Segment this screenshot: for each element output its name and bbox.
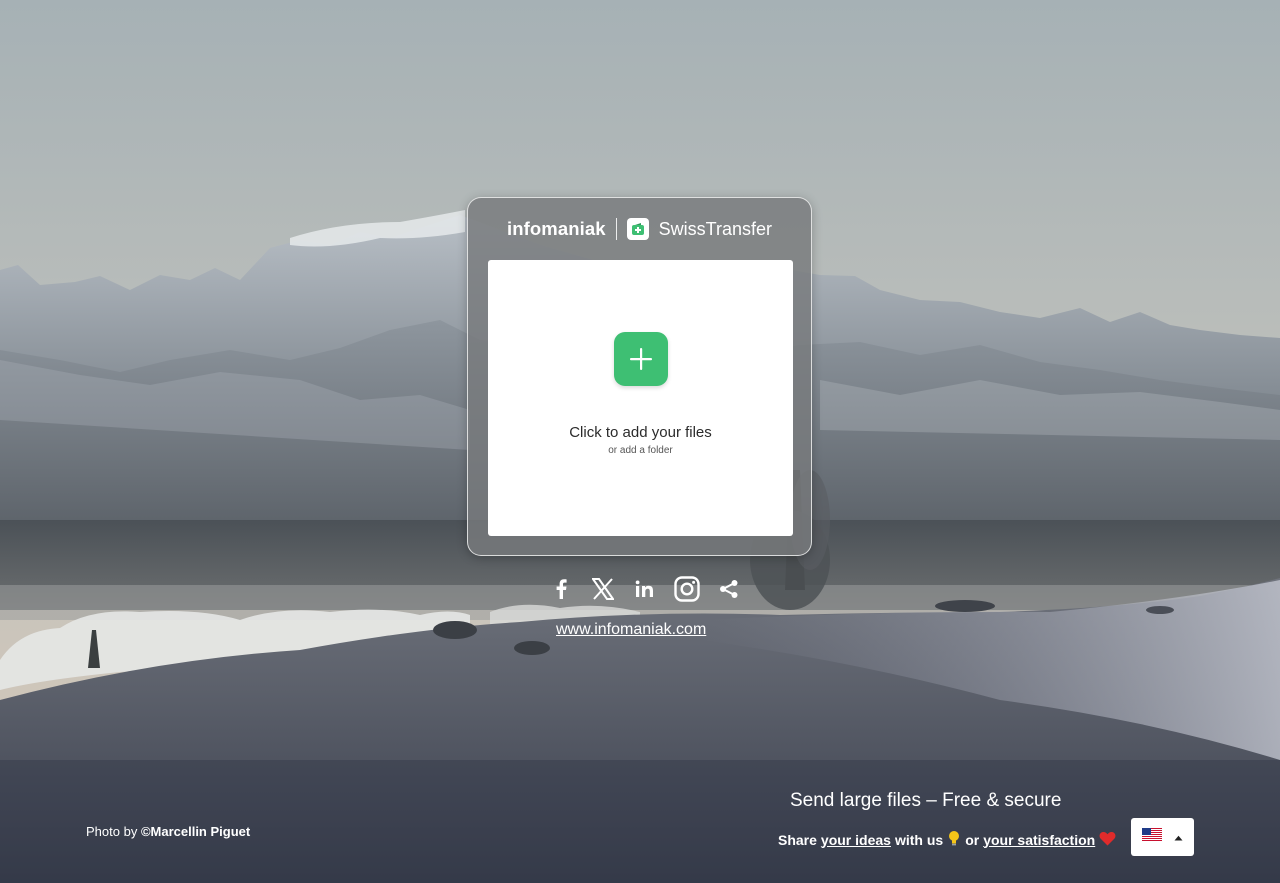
brand-header: infomaniak SwissTransfer [468,214,811,244]
file-dropzone[interactable]: Click to add your files or add a folder [488,260,793,536]
feedback-with-us-text: with us [894,831,944,848]
satisfaction-link[interactable]: your satisfaction [983,832,1095,848]
product-name[interactable]: SwissTransfer [659,219,772,240]
tagline: Send large files – Free & secure [790,790,1062,811]
photo-author[interactable]: ©Marcellin Piguet [141,824,250,839]
dropzone-subtitle: or add a folder [608,445,673,456]
caret-up-icon [1174,828,1183,846]
heart-icon [1099,831,1116,849]
swisstransfer-logo-icon [626,218,649,240]
us-flag-icon [1142,828,1162,846]
feedback-bar: Share your ideas with us or your satisfa… [778,830,1116,849]
x-icon[interactable] [589,575,617,603]
photo-credit: Photo by ©Marcellin Piguet [86,824,250,839]
infomaniak-website-link[interactable]: www.infomaniak.com [556,621,706,639]
add-files-button[interactable] [613,332,668,386]
plus-icon [629,348,652,370]
feedback-or-text: or [965,831,980,848]
linkedin-icon[interactable] [631,575,659,603]
ideas-link[interactable]: your ideas [821,832,891,848]
share-icon[interactable] [715,575,743,603]
language-selector[interactable] [1131,818,1194,856]
social-links [547,575,743,603]
add-folder-link[interactable]: add a folder [620,445,673,456]
instagram-icon[interactable] [673,575,701,603]
upload-card: infomaniak SwissTransfer Click to add yo… [467,197,812,556]
dropzone-title: Click to add your files [569,424,712,441]
infomaniak-logo[interactable]: infomaniak [507,218,606,240]
brand-divider [615,218,617,240]
photo-credit-prefix: Photo by [86,824,141,839]
feedback-share-text: Share [778,831,817,848]
facebook-icon[interactable] [547,575,575,603]
lightbulb-icon [947,830,961,849]
dropzone-subtitle-prefix: or [608,445,620,456]
